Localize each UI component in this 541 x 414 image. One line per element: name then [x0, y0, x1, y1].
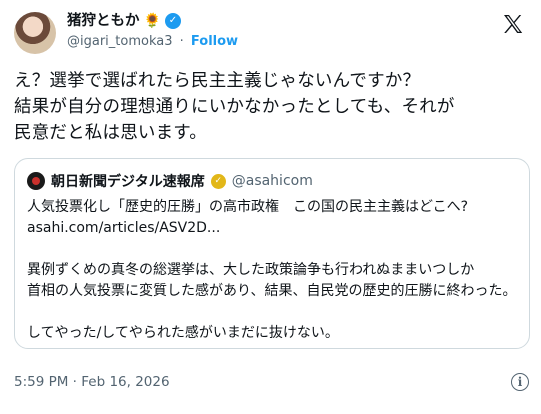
x-logo-icon[interactable] — [501, 12, 525, 36]
author-handle[interactable]: @igari_tomoka3 — [67, 34, 173, 49]
tweet-timestamp[interactable]: 5:59 PM · Feb 16, 2026 — [14, 374, 170, 390]
author-name-row: 猪狩ともか 🌻 ✓ — [67, 12, 238, 30]
tweet-header: 猪狩ともか 🌻 ✓ @igari_tomoka3 · Follow — [14, 12, 529, 62]
follow-button[interactable]: Follow — [191, 34, 238, 49]
quoted-tweet[interactable]: 朝日新聞デジタル速報席 ✓ @asahicom 人気投票化し「歴史的圧勝」の高市… — [14, 158, 530, 349]
handle-row: @igari_tomoka3 · Follow — [67, 33, 238, 51]
author-info: 猪狩ともか 🌻 ✓ @igari_tomoka3 · Follow — [67, 12, 238, 51]
tweet-card: 猪狩ともか 🌻 ✓ @igari_tomoka3 · Follow え？選挙で選… — [0, 0, 541, 414]
verified-badge-icon: ✓ — [164, 13, 181, 29]
author-avatar[interactable] — [14, 12, 56, 54]
quoted-tweet-text: 人気投票化し「歴史的圧勝」の高市政権 この国の民主主義はどこへ? asahi.c… — [27, 199, 517, 341]
quoted-author-handle: @asahicom — [231, 173, 313, 189]
author-name[interactable]: 猪狩ともか — [67, 12, 140, 30]
tweet-text: え？選挙で選ばれたら民主主義じゃないんですか？ 結果が自分の理想通りにいかなかっ… — [14, 71, 455, 143]
quoted-author-avatar — [27, 172, 45, 190]
separator-dot: · — [179, 34, 184, 49]
info-icon[interactable]: i — [511, 373, 529, 391]
quoted-tweet-header: 朝日新聞デジタル速報席 ✓ @asahicom — [27, 171, 517, 191]
sunflower-emoji: 🌻 — [143, 13, 161, 29]
gold-verified-badge-icon: ✓ — [210, 173, 226, 189]
quoted-author-name: 朝日新聞デジタル速報席 — [51, 174, 205, 190]
tweet-footer: 5:59 PM · Feb 16, 2026 i — [14, 373, 529, 391]
